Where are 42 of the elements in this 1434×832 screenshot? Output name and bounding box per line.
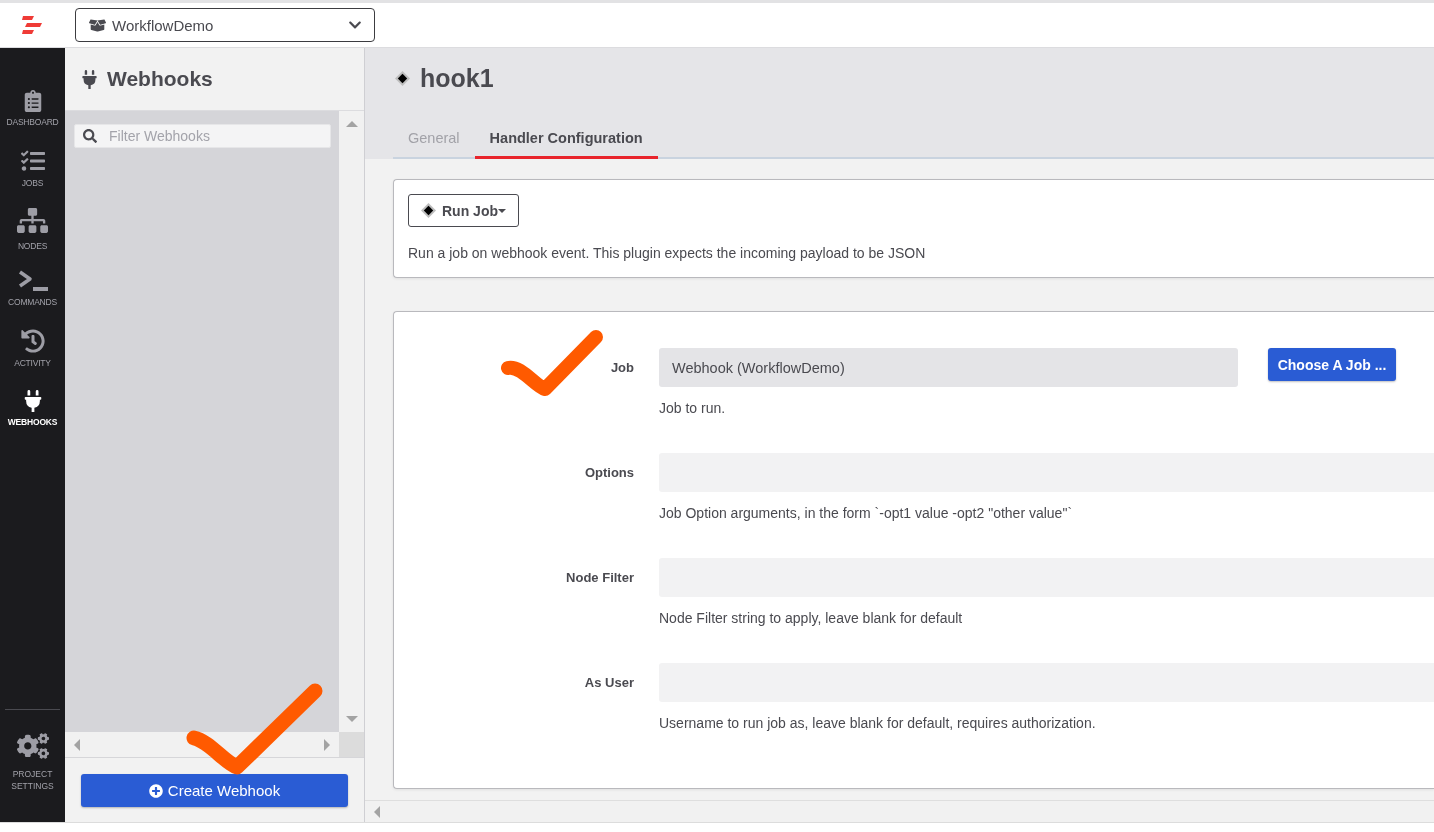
scroll-right-icon[interactable] (324, 738, 330, 751)
project-select[interactable]: WorkflowDemo (75, 8, 375, 42)
terminal-icon (17, 269, 48, 292)
page-title: hook1 (420, 64, 494, 93)
create-webhook-button[interactable]: Create Webhook (81, 774, 348, 807)
diamond-icon (421, 203, 436, 218)
caret-icon (498, 208, 506, 213)
gears-icon (16, 730, 49, 762)
check-mark-icon (185, 683, 323, 775)
diamond-icon (395, 71, 410, 86)
plug-icon (80, 69, 99, 89)
help-text: Job to run. (659, 399, 726, 418)
scroll-down-icon[interactable] (345, 716, 358, 722)
scroll-left-icon[interactable] (74, 738, 80, 751)
field-label: Options (584, 464, 634, 481)
field-label: As User (584, 674, 634, 691)
help-text: Username to run job as, leave blank for default, requires authorization. (659, 714, 1096, 733)
search-icon (83, 129, 97, 143)
input-field[interactable]: Webhook (WorkflowDemo) (659, 348, 1238, 387)
nav-item[interactable]: ACTIVITY (0, 318, 65, 378)
nav-item[interactable]: DASHBOARD (0, 78, 65, 138)
help-text: Node Filter string to apply, leave blank for default (659, 609, 963, 628)
nav-item[interactable]: NODES (0, 198, 65, 258)
horizontal-scrollbar[interactable] (365, 800, 1434, 822)
help-text: Job Option arguments, in the form `-opt1 value -opt2 "other value"` (659, 504, 1073, 523)
panel-title: Webhooks (107, 67, 213, 91)
sitemap-icon (17, 205, 48, 236)
plugin-description: Run a job on webhook event. This plugin expects the incoming payload to be JSON (408, 244, 927, 263)
choose-job-button[interactable]: Choose A Job ... (1268, 348, 1396, 381)
nav-item[interactable]: COMMANDS (0, 258, 65, 318)
checklist-icon (20, 148, 45, 173)
field-label: Node Filter (566, 569, 634, 586)
field-label: Job (610, 359, 634, 376)
logo-icon[interactable] (22, 16, 42, 34)
project-settings-item[interactable]: PROJECT SETTINGS (0, 730, 65, 792)
search-field[interactable]: Filter Webhooks (74, 124, 331, 148)
plugin-dropdown-button[interactable]: Run Job (408, 194, 519, 227)
history-icon (20, 328, 45, 353)
scroll-up-icon[interactable] (345, 121, 358, 127)
nav-item[interactable]: WEBHOOKS (0, 378, 65, 438)
nav-item[interactable]: JOBS (0, 138, 65, 198)
check-mark-icon (499, 329, 605, 397)
